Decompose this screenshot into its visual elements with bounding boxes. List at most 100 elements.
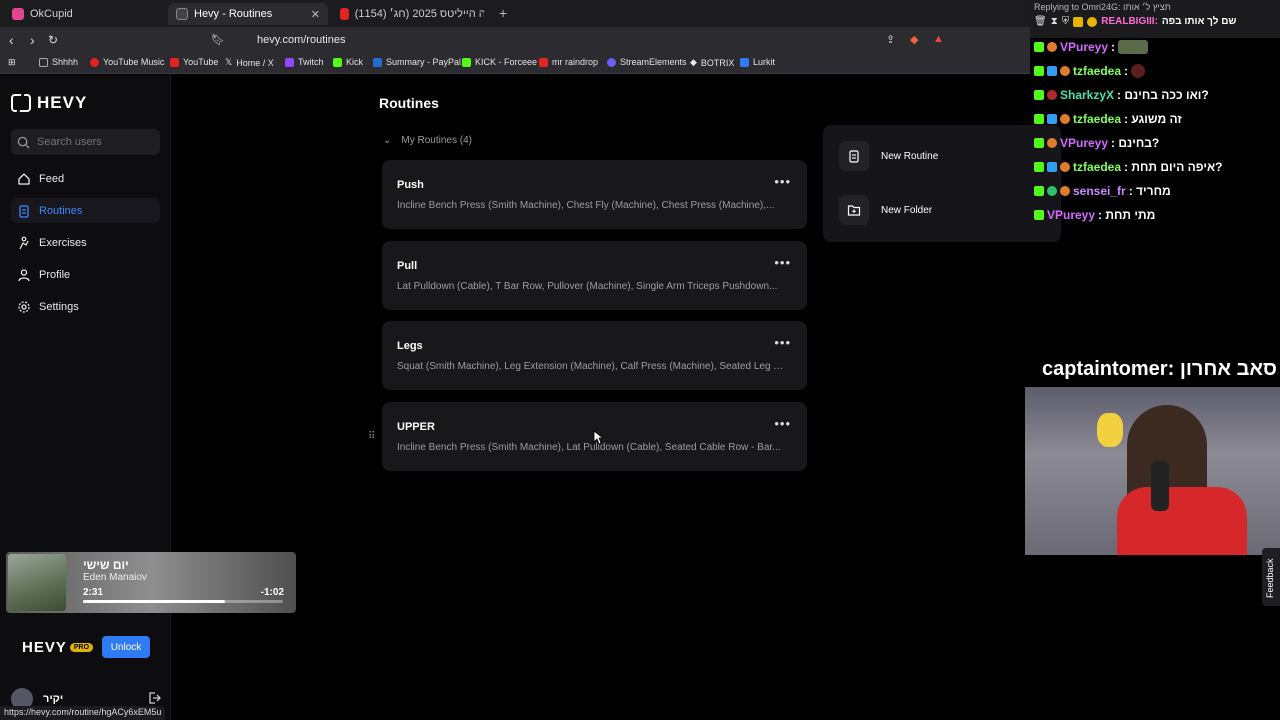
chat-text: : זה משוגע: [1124, 112, 1182, 126]
youtube-favicon-icon: [340, 8, 349, 20]
folder-plus-icon: [839, 195, 869, 225]
botrix-icon: ◆: [690, 57, 697, 67]
chat-text: :: [1111, 40, 1116, 54]
album-art: [8, 554, 66, 611]
back-icon[interactable]: ‹: [9, 32, 14, 48]
pro-upsell: HEVY PRO Unlock: [11, 633, 161, 661]
routine-card-legs[interactable]: Legs Squat (Smith Machine), Leg Extensio…: [382, 321, 807, 390]
sidebar-item-label: Routines: [39, 204, 83, 217]
chat-message: VPureyy : מתי תחת: [1034, 208, 1155, 222]
bookmark-botrix[interactable]: ◆ BOTRIX: [690, 57, 734, 68]
hevy-favicon-icon: [176, 8, 188, 20]
bookmark-kick[interactable]: Kick: [333, 57, 363, 67]
tab-youtube[interactable]: (1154) סיכום שנה הייליטס 2025 (חג׳..: [332, 3, 492, 25]
sidebar-item-settings[interactable]: Settings: [11, 294, 160, 319]
sidebar-item-label: Exercises: [39, 236, 87, 249]
clipboard-icon: [19, 204, 29, 218]
bookmark-streamelements[interactable]: StreamElements: [607, 57, 687, 67]
browser-navbar: ‹ › ↻ 🔖︎ hevy.com/routines ⇪ ◆ ▲: [0, 27, 1030, 53]
more-options-icon[interactable]: •••: [774, 335, 791, 350]
brave-shield-icon[interactable]: ◆: [910, 33, 918, 46]
sidebar-item-label: Settings: [39, 300, 79, 313]
bookmark-label: Lurkit: [753, 57, 776, 67]
bookmark-youtube[interactable]: YouTube: [170, 57, 218, 67]
bookmark-paypal[interactable]: Summary - PayPal: [373, 57, 461, 67]
search-users[interactable]: [11, 129, 160, 155]
sidebar-item-profile[interactable]: Profile: [11, 262, 160, 287]
feedback-tab[interactable]: Feedback: [1262, 548, 1280, 606]
tab-hevy-routines[interactable]: Hevy - Routines ✕: [168, 3, 328, 25]
pinned-text: שם לך אותו בפה: [1161, 16, 1237, 27]
routine-card-push[interactable]: Push Incline Bench Press (Smith Machine)…: [382, 160, 807, 229]
bookmark-lurkit[interactable]: Lurkit: [740, 57, 775, 67]
folder-my-routines[interactable]: ⌄ My Routines (4): [383, 135, 472, 146]
reload-icon[interactable]: ↻: [48, 33, 58, 47]
routine-name: Push: [397, 179, 424, 191]
folder-label: My Routines (4): [401, 135, 472, 146]
logo-text: HEVY: [37, 93, 88, 112]
drag-handle-icon[interactable]: ⠿: [368, 431, 375, 442]
new-routine-button[interactable]: New Routine: [839, 141, 938, 171]
home-icon: [18, 172, 30, 185]
unlock-button[interactable]: Unlock: [102, 636, 150, 658]
chat-message: tzfaedea : איפה היום תחת?: [1034, 160, 1223, 174]
bookmark-label: BOTRIX: [700, 57, 735, 68]
kick-icon: [333, 57, 342, 67]
share-icon[interactable]: ⇪: [886, 33, 895, 46]
crown-badge-icon: [1073, 16, 1084, 27]
logout-icon[interactable]: [147, 691, 161, 705]
chat-username: VPureyy: [1060, 40, 1109, 54]
sidebar-item-exercises[interactable]: Exercises: [11, 230, 160, 255]
kick-badge-icon: [1034, 42, 1044, 52]
forward-icon[interactable]: ›: [30, 32, 35, 48]
page-title: Routines: [379, 95, 439, 111]
sub-badge-icon: [1047, 90, 1057, 100]
bookmark-kick-forceee[interactable]: KICK - Forceee: [462, 57, 537, 67]
kick-badge-icon: [1034, 186, 1044, 196]
rewards-icon[interactable]: ▲: [933, 33, 944, 45]
kick-badge-icon: [1034, 66, 1044, 76]
bookmark-mr-raindrop[interactable]: mr raindrop: [539, 57, 598, 67]
new-folder-button[interactable]: New Folder: [839, 195, 932, 225]
chat-message: sensei_fr : מחריד: [1034, 184, 1171, 198]
bookmark-shhhh[interactable]: Shhhh: [39, 57, 78, 67]
chat-text: : איפה היום תחת?: [1124, 160, 1223, 174]
chat-message: SharkzyX : ואו ככה בחינם?: [1034, 88, 1209, 102]
bookmark-youtube-music[interactable]: YouTube Music: [90, 57, 164, 67]
tab-label: Hevy - Routines: [194, 8, 273, 20]
bookmark-x[interactable]: 𝕏 Home / X: [225, 57, 274, 68]
search-input[interactable]: [37, 136, 147, 148]
tab-okcupid[interactable]: OkCupid: [4, 3, 164, 25]
bookmark-label: StreamElements: [620, 57, 687, 67]
verified-badge-icon: [1047, 186, 1057, 196]
sidebar-item-feed[interactable]: Feed: [11, 166, 160, 191]
bookmark-icon[interactable]: 🔖︎: [211, 33, 225, 46]
sub-badge-icon: [1047, 138, 1057, 148]
new-routine-label: New Routine: [881, 150, 939, 162]
shield-icon: ⛨: [1061, 16, 1070, 27]
new-tab-icon[interactable]: +: [499, 5, 507, 21]
pikachu-figure: [1097, 413, 1123, 447]
progress-bar[interactable]: [83, 600, 283, 603]
more-options-icon[interactable]: •••: [774, 174, 791, 189]
chat-text: : מתי תחת: [1098, 208, 1156, 222]
now-playing-widget[interactable]: יום שישי Eden Manaiov 2:31 -1:02: [6, 552, 296, 613]
bookmark-label: Shhhh: [52, 57, 79, 67]
apps-icon[interactable]: ⊞: [8, 57, 16, 68]
close-tab-icon[interactable]: ✕: [311, 8, 320, 21]
address-bar[interactable]: hevy.com/routines: [228, 30, 952, 50]
youtube-icon: [539, 57, 548, 67]
routine-card-pull[interactable]: Pull Lat Pulldown (Cable), T Bar Row, Pu…: [382, 241, 807, 310]
kick-badge-icon: [1034, 90, 1044, 100]
pinned-user: REALBIGIII:: [1101, 16, 1158, 27]
username: יקיר: [43, 693, 64, 705]
chat-username: tzfaedea: [1073, 64, 1122, 78]
routine-name: Pull: [397, 260, 418, 272]
more-options-icon[interactable]: •••: [774, 255, 791, 270]
more-options-icon[interactable]: •••: [774, 416, 791, 431]
hevy-logo[interactable]: HEVY: [11, 93, 87, 113]
tab-label: OkCupid: [30, 8, 73, 20]
bookmark-twitch[interactable]: Twitch: [285, 57, 324, 67]
sidebar-item-routines[interactable]: Routines: [11, 198, 160, 223]
routine-exercises: Incline Bench Press (Smith Machine), Che…: [397, 200, 775, 211]
